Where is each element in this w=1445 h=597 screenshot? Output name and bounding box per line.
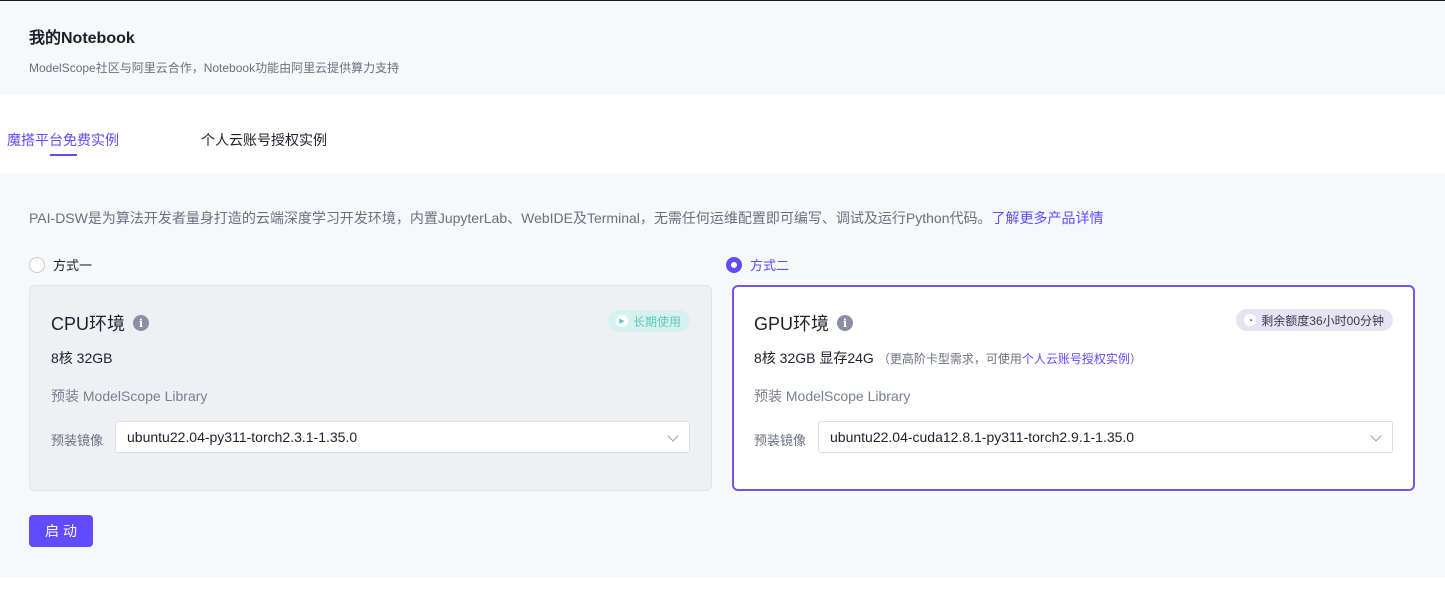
option-1-radio[interactable] bbox=[29, 256, 45, 273]
gpu-spec-text: 8核 32GB 显存24G bbox=[754, 350, 874, 366]
instance-panel: PAI-DSW是为算法开发者量身打造的云端深度学习开发环境，内置JupyterL… bbox=[0, 173, 1445, 578]
tab-bar: 魔搭平台免费实例 个人云账号授权实例 bbox=[0, 95, 1445, 173]
page-title: 我的Notebook bbox=[29, 30, 135, 47]
cpu-library: 预装 ModelScope Library bbox=[51, 388, 208, 404]
cpu-spec: 8核 32GB bbox=[51, 350, 113, 366]
learn-more-link[interactable]: 了解更多产品详情 bbox=[991, 210, 1103, 226]
description-text: PAI-DSW是为算法开发者量身打造的云端深度学习开发环境，内置JupyterL… bbox=[29, 210, 992, 226]
option-2-radio-row[interactable]: 方式二 bbox=[726, 255, 789, 274]
play-icon: ▶ bbox=[615, 315, 628, 327]
long-term-badge-text: 长期使用 bbox=[632, 314, 681, 329]
gpu-image-select[interactable]: ubuntu22.04-cuda12.8.1-py311-torch2.9.1-… bbox=[818, 421, 1393, 453]
page-header: 我的Notebook ModelScope社区与阿里云合作，Notebook功能… bbox=[0, 0, 1445, 95]
option-1-label: 方式一 bbox=[53, 258, 93, 273]
gpu-image-value: ubuntu22.04-cuda12.8.1-py311-torch2.9.1-… bbox=[830, 429, 1135, 445]
product-description: PAI-DSW是为算法开发者量身打造的云端深度学习开发环境，内置JupyterL… bbox=[29, 208, 1103, 228]
gpu-spec: 8核 32GB 显存24G （更高阶卡型需求，可使用个人云账号授权实例） bbox=[754, 348, 1142, 368]
gpu-card-title-text: GPU环境 bbox=[754, 314, 830, 334]
option-2-radio[interactable] bbox=[726, 256, 742, 273]
remaining-quota-text: 剩余额度36小时00分钟 bbox=[1261, 313, 1384, 328]
long-term-badge: ▶ 长期使用 bbox=[607, 310, 690, 332]
clock-icon: ◔ bbox=[1244, 314, 1257, 326]
info-icon[interactable]: i bbox=[133, 315, 150, 331]
cpu-environment-card[interactable]: CPU环境 i ▶ 长期使用 8核 32GB 预装 ModelScope Lib… bbox=[29, 285, 712, 491]
chevron-down-icon bbox=[667, 430, 679, 442]
tab-free-instance[interactable]: 魔搭平台免费实例 bbox=[7, 130, 119, 150]
gpu-spec-note-prefix: （更高阶卡型需求，可使用 bbox=[877, 352, 1022, 366]
gpu-card-title: GPU环境 i bbox=[754, 310, 854, 336]
start-button[interactable]: 启动 bbox=[29, 515, 93, 547]
remaining-quota-badge: ◔ 剩余额度36小时00分钟 bbox=[1236, 309, 1393, 331]
gpu-spec-note: （更高阶卡型需求，可使用个人云账号授权实例） bbox=[878, 352, 1142, 366]
personal-account-link[interactable]: 个人云账号授权实例 bbox=[1022, 352, 1130, 366]
cpu-card-title: CPU环境 i bbox=[51, 310, 150, 336]
option-2-label: 方式二 bbox=[750, 258, 790, 273]
cpu-card-title-text: CPU环境 bbox=[51, 314, 126, 334]
tab-personal-account-instance[interactable]: 个人云账号授权实例 bbox=[201, 130, 327, 150]
gpu-spec-note-suffix: ） bbox=[1129, 352, 1142, 366]
gpu-image-label: 预装镜像 bbox=[754, 433, 807, 448]
chevron-down-icon bbox=[1370, 430, 1382, 442]
info-icon[interactable]: i bbox=[837, 315, 854, 331]
cpu-image-label: 预装镜像 bbox=[51, 433, 104, 448]
page-subtitle: ModelScope社区与阿里云合作，Notebook功能由阿里云提供算力支持 bbox=[29, 61, 400, 75]
cpu-image-value: ubuntu22.04-py311-torch2.3.1-1.35.0 bbox=[127, 429, 358, 445]
option-1-radio-row[interactable]: 方式一 bbox=[29, 255, 92, 274]
active-tab-indicator bbox=[50, 154, 77, 156]
cpu-image-select[interactable]: ubuntu22.04-py311-torch2.3.1-1.35.0 bbox=[115, 421, 690, 453]
gpu-environment-card[interactable]: GPU环境 i ◔ 剩余额度36小时00分钟 8核 32GB 显存24G （更高阶… bbox=[732, 285, 1415, 491]
gpu-library: 预装 ModelScope Library bbox=[754, 388, 911, 404]
